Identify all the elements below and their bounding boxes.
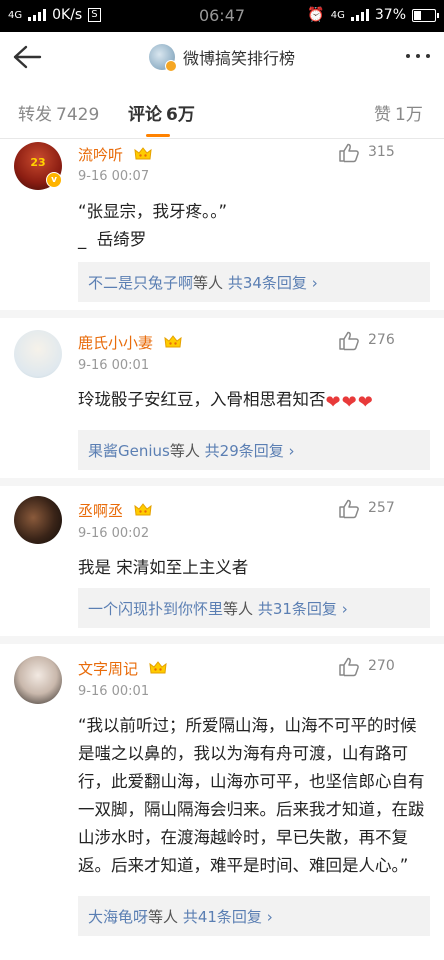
tab-like[interactable]: 赞 1万 — [374, 100, 423, 125]
comment-username[interactable]: 文字周记 — [78, 658, 167, 679]
active-tab-indicator — [146, 134, 170, 137]
battery-icon — [412, 8, 439, 22]
username-text: 流吟听 — [78, 146, 124, 164]
reply-user: 果酱Genius — [88, 442, 170, 460]
comment-text: 我是 宋清如至上主义者 — [78, 558, 249, 577]
reply-user: 一个闪现扑到你怀里 — [88, 600, 224, 618]
comment-text: “张显宗，我牙疼。。” _ 岳绮罗 — [78, 202, 228, 249]
username-text: 文字周记 — [78, 660, 139, 678]
divider — [0, 310, 444, 318]
reply-preview[interactable]: 果酱Genius等人 共29条回复 › — [78, 430, 430, 470]
comment-time: 9-16 00:02 — [78, 526, 150, 541]
page-title: 微博搞笑排行榜 — [182, 49, 295, 68]
verified-badge-icon — [164, 60, 177, 72]
header: 微博搞笑排行榜 — [0, 32, 444, 82]
avatar-jersey-text: 23 — [30, 156, 46, 169]
comment-time: 9-16 00:01 — [78, 358, 150, 373]
comment-username[interactable]: 鹿氏小小妻 — [78, 332, 182, 353]
verified-badge-icon: v — [46, 172, 62, 188]
tab-repost-count: 7429 — [56, 105, 100, 125]
username-text: 丞啊丞 — [78, 502, 124, 520]
reply-preview[interactable]: 不二是只兔子啊等人 共34条回复 › — [78, 262, 430, 302]
avatar[interactable] — [14, 656, 62, 704]
like-count: 276 — [368, 332, 395, 348]
tab-comment-count: 6万 — [166, 105, 195, 125]
account-avatar[interactable] — [148, 44, 177, 72]
like-count: 270 — [368, 658, 395, 674]
comment-username[interactable]: 流吟听 — [78, 144, 152, 165]
tab-bar: 转发 7429 评论 6万 赞 1万 — [0, 82, 444, 139]
signal-icon-right — [350, 9, 369, 21]
like-count: 257 — [368, 500, 395, 516]
reply-user: 大海龟呀 — [88, 908, 149, 926]
member-crown-icon — [134, 146, 152, 162]
reply-count: 共34条回复 — [227, 274, 307, 292]
thumbs-up-icon[interactable] — [338, 143, 360, 163]
network-type-right: 4G — [330, 9, 345, 21]
thumbs-up-icon[interactable] — [338, 499, 360, 519]
tab-repost-label: 转发 — [18, 105, 52, 125]
member-crown-icon — [149, 660, 167, 676]
member-crown-icon — [164, 334, 182, 350]
chevron-right-icon: › — [266, 908, 273, 926]
member-crown-icon — [134, 502, 152, 518]
reply-mid: 等人 — [169, 442, 200, 460]
reply-preview[interactable]: 一个闪现扑到你怀里等人 共31条回复 › — [78, 588, 430, 628]
tab-repost[interactable]: 转发 7429 — [18, 100, 99, 125]
comment-time: 9-16 00:01 — [78, 684, 150, 699]
reply-count: 共31条回复 — [257, 600, 337, 618]
more-menu-icon[interactable] — [406, 54, 430, 58]
header-title-group[interactable]: 微博搞笑排行榜 — [0, 44, 444, 72]
reply-mid: 等人 — [193, 274, 224, 292]
avatar[interactable] — [14, 330, 62, 378]
comment-time: 9-16 00:07 — [78, 169, 150, 184]
heart-emoji-icons: ❤ ❤ ❤ — [325, 392, 373, 413]
chevron-right-icon: › — [311, 274, 318, 292]
thumbs-up-icon[interactable] — [338, 657, 360, 677]
status-right: ⏰ 4G 37% — [307, 7, 439, 23]
status-bar: 4G 0K/s S 06:47 ⏰ 4G 37% — [0, 0, 444, 32]
comment-text: “我以前听过；所爱隔山海，山海不可平的时候是嗤之以鼻的，我以为海有舟可渡，山有路… — [78, 716, 425, 875]
username-text: 鹿氏小小妻 — [78, 334, 154, 352]
reply-preview[interactable]: 大海龟呀等人 共41条回复 › — [78, 896, 430, 936]
reply-user: 不二是只兔子啊 — [88, 274, 194, 292]
comment-text-row: 玲珑骰子安红豆，入骨相思君知否 ❤ ❤ ❤ — [78, 386, 432, 417]
divider — [0, 478, 444, 486]
reply-mid: 等人 — [148, 908, 179, 926]
comment-text: 玲珑骰子安红豆，入骨相思君知否 — [78, 390, 326, 409]
chevron-right-icon: › — [288, 442, 295, 460]
comment-username[interactable]: 丞啊丞 — [78, 500, 152, 521]
reply-count: 共29条回复 — [204, 442, 284, 460]
tab-comment-label: 评论 — [128, 105, 162, 125]
reply-count: 共41条回复 — [182, 908, 262, 926]
avatar[interactable] — [14, 496, 62, 544]
thumbs-up-icon[interactable] — [338, 331, 360, 351]
tab-like-label: 赞 — [374, 105, 391, 125]
battery-percent: 37% — [374, 7, 406, 23]
tab-like-count: 1万 — [395, 105, 423, 125]
tab-comment[interactable]: 评论 6万 — [128, 100, 195, 125]
divider — [0, 636, 444, 644]
chevron-right-icon: › — [341, 600, 348, 618]
alarm-icon: ⏰ — [307, 7, 325, 23]
like-count: 315 — [368, 144, 395, 160]
reply-mid: 等人 — [223, 600, 254, 618]
